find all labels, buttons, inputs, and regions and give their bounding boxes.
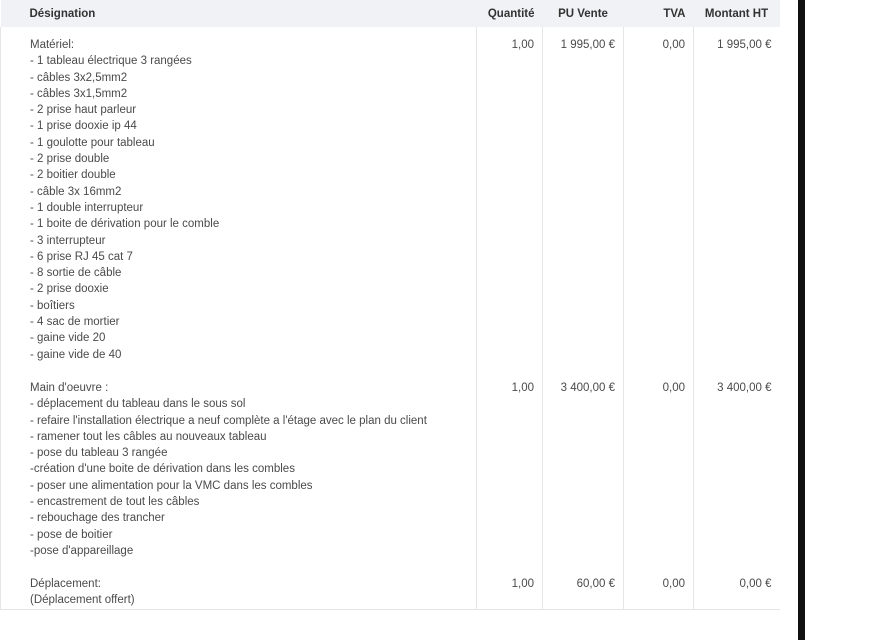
designation-line: - pose du tableau 3 rangée xyxy=(30,447,168,460)
window-edge-bar xyxy=(798,0,805,640)
designation-line: -création d'une boite de dérivation dans… xyxy=(30,463,295,476)
table-row[interactable]: Déplacement: (Déplacement offert) 1,00 60… xyxy=(0,566,780,610)
designation-line: - 6 prise RJ 45 cat 7 xyxy=(30,250,133,263)
tva-cell[interactable]: 0,00 xyxy=(623,27,694,370)
designation-line: - câbles 3x2,5mm2 xyxy=(30,71,128,84)
quote-lines-table-wrapper: Désignation Quantité PU Vente TVA Montan… xyxy=(0,0,780,610)
designation-line: Matériel: xyxy=(30,39,75,51)
designation-line: - pose de boitier xyxy=(30,528,113,541)
header-tva[interactable]: TVA xyxy=(623,0,694,27)
designation-line: - 1 tableau électrique 3 rangées xyxy=(30,55,192,68)
designation-line: - encastrement de tout les câbles xyxy=(30,496,200,509)
designation-line: - câble 3x 16mm2 xyxy=(30,185,122,198)
designation-line: Déplacement: xyxy=(30,578,101,590)
designation-line: - déplacement du tableau dans le sous so… xyxy=(30,398,246,411)
designation-line: - 1 goulotte pour tableau xyxy=(30,136,155,149)
header-pu-vente[interactable]: PU Vente xyxy=(542,0,624,27)
pu-vente-cell[interactable]: 60,00 € xyxy=(542,566,624,610)
designation-line: -pose d'appareillage xyxy=(30,544,134,557)
designation-line: - 3 interrupteur xyxy=(30,234,106,247)
pu-vente-cell[interactable]: 3 400,00 € xyxy=(542,370,624,566)
quantite-cell[interactable]: 1,00 xyxy=(476,27,543,370)
designation-line: - 1 double interrupteur xyxy=(30,201,144,214)
designation-line: - rebouchage des trancher xyxy=(30,512,165,525)
designation-line: - 8 sortie de câble xyxy=(30,267,122,280)
designation-line: - poser une alimentation pour la VMC dan… xyxy=(30,479,313,492)
quantite-cell[interactable]: 1,00 xyxy=(476,566,543,610)
header-quantite[interactable]: Quantité xyxy=(476,0,543,27)
table-row[interactable]: Main d'oeuvre : - déplacement du tableau … xyxy=(0,370,780,566)
montant-ht-cell[interactable]: 3 400,00 € xyxy=(693,370,780,566)
designation-line: - câbles 3x1,5mm2 xyxy=(30,87,128,100)
designation-line: - 1 boite de dérivation pour le comble xyxy=(30,218,220,231)
table-header-row: Désignation Quantité PU Vente TVA Montan… xyxy=(0,0,780,27)
table-header: Désignation Quantité PU Vente TVA Montan… xyxy=(0,0,780,27)
designation-line: - 2 prise haut parleur xyxy=(30,104,137,117)
designation-cell[interactable]: Matériel: - 1 tableau électrique 3 rangée… xyxy=(0,27,477,370)
designation-line: - 2 prise double xyxy=(30,153,110,166)
tva-cell[interactable]: 0,00 xyxy=(623,370,694,566)
designation-line: - gaine vide 20 xyxy=(30,332,106,345)
designation-line: - 2 prise dooxie xyxy=(30,283,109,296)
designation-line: - ramener tout les câbles au nouveaux ta… xyxy=(30,430,267,443)
montant-ht-cell[interactable]: 1 995,00 € xyxy=(693,27,780,370)
designation-cell[interactable]: Main d'oeuvre : - déplacement du tableau … xyxy=(0,370,477,566)
designation-line: - gaine vide de 40 xyxy=(30,348,122,361)
montant-ht-cell[interactable]: 0,00 € xyxy=(693,566,780,610)
tva-cell[interactable]: 0,00 xyxy=(623,566,694,610)
quote-lines-table: Désignation Quantité PU Vente TVA Montan… xyxy=(0,0,780,610)
header-montant-ht[interactable]: Montant HT xyxy=(693,0,780,27)
designation-line: - boîtiers xyxy=(30,299,75,312)
quantite-cell[interactable]: 1,00 xyxy=(476,370,543,566)
header-designation[interactable]: Désignation xyxy=(0,0,477,27)
designation-line: (Déplacement offert) xyxy=(30,594,135,607)
designation-line: - 4 sac de mortier xyxy=(30,316,120,329)
table-row[interactable]: Matériel: - 1 tableau électrique 3 rangée… xyxy=(0,27,780,370)
designation-line: - 2 boitier double xyxy=(30,169,116,182)
table-body: Matériel: - 1 tableau électrique 3 rangée… xyxy=(0,27,780,610)
pu-vente-cell[interactable]: 1 995,00 € xyxy=(542,27,624,370)
designation-line: - 1 prise dooxie ip 44 xyxy=(30,120,137,133)
designation-line: Main d'oeuvre : xyxy=(30,382,109,394)
designation-line: - refaire l'installation électrique a ne… xyxy=(30,414,427,427)
designation-cell[interactable]: Déplacement: (Déplacement offert) xyxy=(0,566,477,610)
